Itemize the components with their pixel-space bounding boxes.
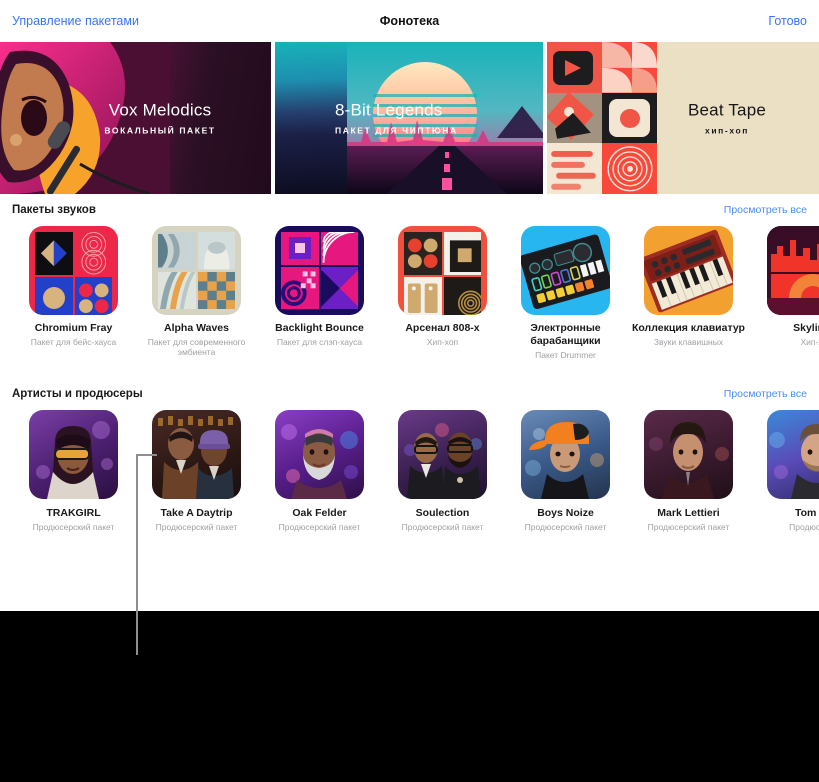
section-artists-header: Артисты и продюсеры Просмотреть все bbox=[0, 388, 819, 400]
see-all-artists[interactable]: Просмотреть все bbox=[724, 388, 807, 400]
portrait-woman-glasses-icon bbox=[36, 421, 113, 499]
banner-beat-tape-text: Beat Tape хип-хоп bbox=[637, 101, 817, 136]
artist-subtitle: Продюсерский пакет bbox=[647, 521, 730, 532]
artist-card-boys-noize[interactable]: Boys Noize Продюсерский пакет bbox=[504, 410, 627, 532]
artist-card-tom-m[interactable]: Tom M Продюсерс bbox=[750, 410, 819, 532]
portrait-man-cap-icon bbox=[525, 422, 604, 499]
banner-8bit-legends[interactable]: 8-Bit Legends ПАКЕТ ДЛЯ ЧИПТЮНА bbox=[275, 42, 543, 194]
banner-beat-tape[interactable]: Beat Tape хип-хоп bbox=[547, 42, 819, 194]
artist-card-take-a-daytrip[interactable]: Take A Daytrip Продюсерский пакет bbox=[135, 410, 258, 532]
pack-title: Skyline bbox=[793, 322, 819, 334]
artist-portrait bbox=[521, 410, 610, 499]
artist-title: TRAKGIRL bbox=[46, 507, 101, 519]
pack-artwork bbox=[521, 226, 610, 315]
pack-subtitle: Звуки клавишных bbox=[653, 336, 724, 347]
see-all-sound-packs[interactable]: Просмотреть все bbox=[724, 204, 807, 216]
artist-title: Tom M bbox=[794, 507, 819, 519]
sound-packs-row[interactable]: Chromium Fray Пакет для бейс-хауса Alpha… bbox=[0, 226, 819, 360]
artist-portrait bbox=[644, 410, 733, 499]
banner-title: Vox Melodics bbox=[108, 100, 212, 120]
done-button[interactable]: Готово bbox=[768, 15, 807, 28]
portrait-man-curly-icon bbox=[649, 422, 729, 499]
artist-portrait bbox=[767, 410, 819, 499]
pack-artwork bbox=[152, 226, 241, 315]
artist-portrait bbox=[29, 410, 118, 499]
callout-line-vertical bbox=[136, 454, 138, 655]
pack-subtitle: Пакет для слэп-хауса bbox=[276, 336, 363, 347]
pack-card-chromium-fray[interactable]: Chromium Fray Пакет для бейс-хауса bbox=[12, 226, 135, 360]
banner-subtitle: хип-хоп bbox=[705, 125, 749, 136]
artist-title: Boys Noize bbox=[537, 507, 594, 519]
pack-card-electronic-drummers[interactable]: Электронные барабанщики Пакет Drummer bbox=[504, 226, 627, 360]
pack-title: Электронные барабанщики bbox=[530, 322, 601, 347]
pack-subtitle: Пакет для бейс-хауса bbox=[30, 336, 117, 347]
manage-packs-link[interactable]: Управление пакетами bbox=[12, 15, 139, 28]
artist-portrait bbox=[275, 410, 364, 499]
artist-subtitle: Продюсерский пакет bbox=[401, 521, 484, 532]
artist-portrait bbox=[398, 410, 487, 499]
banner-vox-melodics-text: Vox Melodics ВОКАЛЬНЫЙ ПАКЕТ bbox=[60, 101, 260, 136]
artists-row[interactable]: TRAKGIRL Продюсерский пакет Take A Daytr… bbox=[0, 410, 819, 532]
artist-subtitle: Продюсерский пакет bbox=[155, 521, 238, 532]
section-sound-packs: Пакеты звуков Просмотреть все Chromium F… bbox=[0, 204, 819, 360]
artist-card-mark-lettieri[interactable]: Mark Lettieri Продюсерский пакет bbox=[627, 410, 750, 532]
drum-machine-icon bbox=[521, 234, 610, 309]
pack-title: Коллекция клавиатур bbox=[632, 322, 745, 334]
pack-subtitle: Хип-хоп bbox=[426, 336, 459, 347]
artist-subtitle: Продюсерс bbox=[789, 521, 819, 532]
pack-subtitle: Пакет Drummer bbox=[535, 349, 596, 360]
artist-portrait bbox=[152, 410, 241, 499]
pack-card-backlight-bounce[interactable]: Backlight Bounce Пакет для слэп-хауса bbox=[258, 226, 381, 360]
section-artists-producers: Артисты и продюсеры Просмотреть все TRAK… bbox=[0, 388, 819, 532]
banner-subtitle: ПАКЕТ ДЛЯ ЧИПТЮНА bbox=[335, 125, 458, 136]
portrait-man-blonde-icon bbox=[769, 424, 819, 499]
pack-title: Alpha Waves bbox=[164, 322, 229, 334]
banner-8bit-legends-text: 8-Bit Legends ПАКЕТ ДЛЯ ЧИПТЮНА bbox=[335, 101, 543, 136]
artist-card-soulection[interactable]: Soulection Продюсерский пакет bbox=[381, 410, 504, 532]
banner-subtitle: ВОКАЛЬНЫЙ ПАКЕТ bbox=[104, 125, 216, 136]
portrait-man-beard-icon bbox=[281, 424, 358, 499]
artist-title: Take A Daytrip bbox=[160, 507, 233, 519]
callout-line-horizontal bbox=[137, 454, 157, 456]
artist-title: Oak Felder bbox=[292, 507, 347, 519]
city-skyline-icon bbox=[767, 226, 819, 315]
pack-title: Backlight Bounce bbox=[275, 322, 364, 334]
pack-artwork bbox=[398, 226, 487, 315]
artist-card-oak-felder[interactable]: Oak Felder Продюсерский пакет bbox=[258, 410, 381, 532]
pack-artwork bbox=[767, 226, 819, 315]
section-title: Артисты и продюсеры bbox=[12, 388, 143, 400]
featured-banners: Vox Melodics ВОКАЛЬНЫЙ ПАКЕТ 8-Bit Legen… bbox=[0, 42, 819, 194]
screen-root: Управление пакетами Готово Фонотека Vox … bbox=[0, 0, 819, 782]
pack-artwork bbox=[29, 226, 118, 315]
banner-title: Beat Tape bbox=[687, 100, 767, 120]
artist-title: Mark Lettieri bbox=[657, 507, 720, 519]
pack-card-alpha-waves[interactable]: Alpha Waves Пакет для современного эмбие… bbox=[135, 226, 258, 360]
pack-subtitle: Хип-х bbox=[800, 336, 819, 347]
pack-title: Chromium Fray bbox=[34, 322, 113, 334]
pack-subtitle: Пакет для современного эмбиента bbox=[147, 336, 246, 358]
artist-card-trakgirl[interactable]: TRAKGIRL Продюсерский пакет bbox=[12, 410, 135, 532]
pack-title: Арсенал 808-х bbox=[405, 322, 480, 334]
pack-card-arsenal-808[interactable]: Арсенал 808-х Хип-хоп bbox=[381, 226, 504, 360]
section-title: Пакеты звуков bbox=[12, 204, 96, 216]
pack-artwork bbox=[275, 226, 364, 315]
section-sound-packs-header: Пакеты звуков Просмотреть все bbox=[0, 204, 819, 216]
portrait-duo-icon bbox=[158, 416, 234, 499]
pack-card-skyline[interactable]: Skyline Хип-х bbox=[750, 226, 819, 360]
artist-title: Soulection bbox=[415, 507, 470, 519]
banner-vox-melodics[interactable]: Vox Melodics ВОКАЛЬНЫЙ ПАКЕТ bbox=[0, 42, 271, 194]
library-sheet: Управление пакетами Готово Фонотека Vox … bbox=[0, 0, 819, 611]
artist-subtitle: Продюсерский пакет bbox=[524, 521, 607, 532]
navigation-bar: Управление пакетами Готово bbox=[0, 0, 819, 42]
pack-artwork bbox=[644, 226, 733, 315]
portrait-pair-glasses-icon bbox=[404, 423, 482, 499]
banner-title: 8-Bit Legends bbox=[335, 100, 443, 120]
artist-subtitle: Продюсерский пакет bbox=[278, 521, 361, 532]
pack-card-keyboard-collection[interactable]: Коллекция клавиатур Звуки клавишных bbox=[627, 226, 750, 360]
synth-keyboard-icon bbox=[644, 229, 733, 313]
artist-subtitle: Продюсерский пакет bbox=[32, 521, 115, 532]
